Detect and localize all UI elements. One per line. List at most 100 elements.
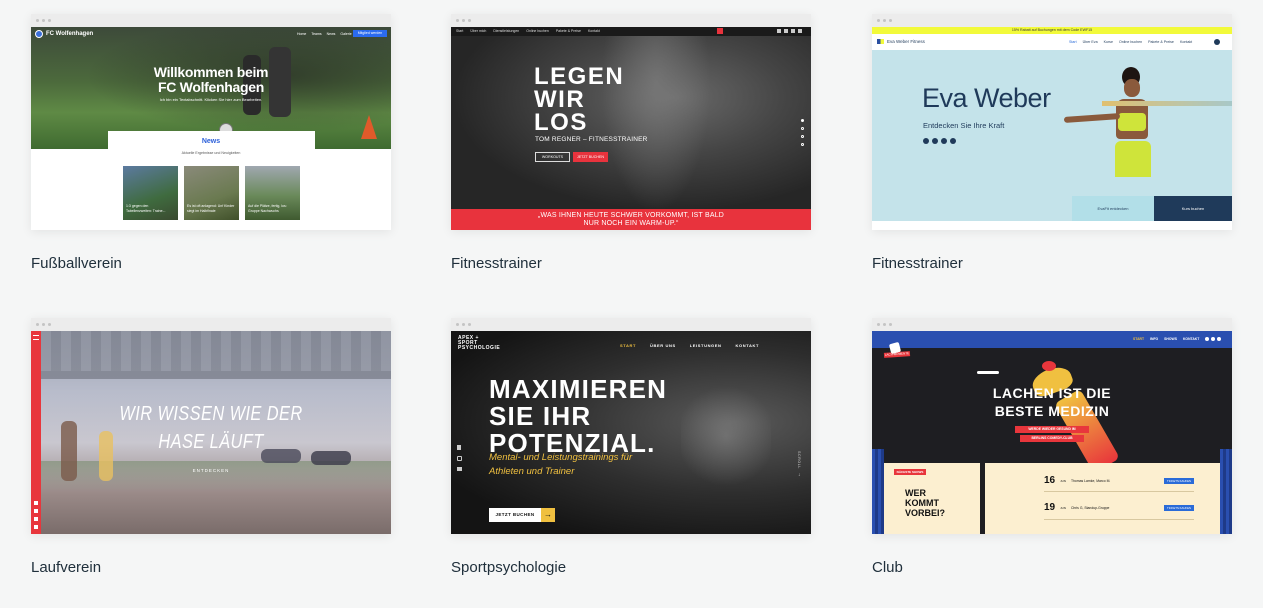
logo-mark-icon bbox=[877, 39, 884, 44]
instagram-icon bbox=[457, 456, 462, 461]
scroll-indicator: SCROLL bbox=[797, 451, 801, 469]
site-nav: Start Über Eva Kurse Online buchen Paket… bbox=[1069, 40, 1192, 44]
template-card-fussballverein[interactable]: FC Wolfenhagen Home Teams News Galerie M… bbox=[31, 14, 391, 272]
template-title[interactable]: Laufverein bbox=[31, 559, 101, 576]
template-card-fitnesstrainer-eva[interactable]: 15% Rabatt auf Buchungen mit dem Code EW… bbox=[872, 14, 1232, 272]
nav-item: Dienstleistungen bbox=[493, 29, 520, 33]
browser-bar bbox=[451, 318, 811, 331]
hero-subtitle: TOM REGNER – FITNESSTRAINER bbox=[535, 136, 648, 143]
site-logo: APEX + SPORT PSYCHOLOGIE bbox=[458, 335, 501, 352]
hero-title: Eva Weber bbox=[922, 83, 1051, 113]
tickets-button: TICKETS KAUFEN bbox=[1164, 504, 1194, 511]
nav-item: ÜBER UNS bbox=[650, 343, 676, 348]
nav-item: SHOWS bbox=[1164, 337, 1177, 341]
template-title[interactable]: Fitnesstrainer bbox=[451, 255, 542, 272]
slide-dots bbox=[801, 119, 804, 146]
template-thumbnail[interactable]: APEX + SPORT PSYCHOLOGIE START ÜBER UNS … bbox=[451, 318, 811, 534]
template-title[interactable]: Sportpsychologie bbox=[451, 559, 566, 576]
news-card: Es ist oft anlagend: Unf Kinder siegt im… bbox=[184, 166, 239, 220]
social-icons bbox=[34, 501, 38, 529]
instagram-icon bbox=[950, 138, 956, 144]
template-card-laufverein[interactable]: WIR WISSEN WIE DER HASE LÄUFT ENTDECKEN … bbox=[31, 318, 391, 576]
tickets-button: TICKETS KAUFEN bbox=[1164, 477, 1194, 484]
hero-title-line-1: MAXIMIEREN bbox=[489, 374, 668, 404]
arrow-right-icon: → bbox=[541, 508, 555, 522]
template-thumbnail[interactable]: START INFO SHOWS KONTAKT LACH-MOMENTE LA… bbox=[872, 318, 1232, 534]
nav-item: Pakete & Preise bbox=[1148, 40, 1174, 44]
social-icons bbox=[457, 445, 462, 471]
instagram-icon bbox=[798, 29, 802, 33]
book-course-button: Kurs buchen bbox=[1154, 196, 1232, 221]
nav-item: Online buchen bbox=[1118, 40, 1143, 44]
template-title[interactable]: Club bbox=[872, 559, 903, 576]
twitter-icon bbox=[34, 509, 38, 513]
site-logo: FC Wolfenhagen bbox=[35, 30, 93, 38]
nav-item: Start bbox=[1069, 40, 1077, 44]
hero-subtitle: Ich bin ein Textabschnitt. Klicken Sie h… bbox=[159, 97, 263, 102]
events-panel bbox=[985, 463, 1220, 534]
template-thumbnail[interactable]: 15% Rabatt auf Buchungen mit dem Code EW… bbox=[872, 14, 1232, 230]
rooster-comb-shape bbox=[1042, 361, 1056, 371]
arrow-down-icon: ↓ bbox=[798, 472, 801, 478]
news-card: 1:3 gegen den Tabellenzweiten: Traine... bbox=[123, 166, 178, 220]
template-title[interactable]: Fitnesstrainer bbox=[872, 255, 963, 272]
hero-title-line-1: WIR WISSEN WIE DER bbox=[119, 403, 303, 425]
facebook-icon bbox=[777, 29, 781, 33]
website-preview: FC Wolfenhagen Home Teams News Galerie M… bbox=[31, 27, 391, 230]
twitter-icon bbox=[1211, 337, 1215, 341]
browser-bar bbox=[31, 14, 391, 27]
facebook-icon bbox=[1205, 337, 1209, 341]
youtube-icon bbox=[941, 138, 947, 144]
hero-title-line-2: BESTE MEDIZIN bbox=[994, 403, 1110, 419]
nav-item: Über mich bbox=[470, 29, 487, 33]
template-title[interactable]: Fußballverein bbox=[31, 255, 122, 272]
social-icons bbox=[1205, 337, 1221, 341]
nav-item: Über Eva bbox=[1082, 40, 1098, 44]
nav-item: START bbox=[1133, 337, 1145, 341]
website-preview: WIR WISSEN WIE DER HASE LÄUFT ENTDECKEN bbox=[31, 331, 391, 534]
template-thumbnail[interactable]: Start Über mich Dienstleistungen Online … bbox=[451, 14, 811, 230]
browser-bar bbox=[872, 318, 1232, 331]
cta-button: Mitglied werden bbox=[353, 30, 387, 37]
youtube-icon bbox=[457, 467, 462, 471]
site-logo: Eva Weber Fitness bbox=[877, 39, 925, 44]
template-card-fitnesstrainer-tom[interactable]: Start Über mich Dienstleistungen Online … bbox=[451, 14, 811, 272]
nav-item: INFO bbox=[1150, 337, 1159, 341]
website-preview: START INFO SHOWS KONTAKT LACH-MOMENTE LA… bbox=[872, 331, 1232, 534]
menu-icon bbox=[33, 335, 39, 340]
template-card-club[interactable]: START INFO SHOWS KONTAKT LACH-MOMENTE LA… bbox=[872, 318, 1232, 576]
nav-item: START bbox=[620, 343, 637, 348]
promo-banner: 15% Rabatt auf Buchungen mit dem Code EW… bbox=[1011, 28, 1093, 32]
nav-item: Kontakt bbox=[587, 29, 600, 33]
discover-button: EvaFit entdecken bbox=[1072, 196, 1154, 221]
facebook-icon bbox=[34, 501, 38, 505]
facebook-icon bbox=[457, 445, 461, 450]
event-row: 19 JUN Chris G, Standup-Gruppe TICKETS K… bbox=[1044, 502, 1194, 513]
template-thumbnail[interactable]: WIR WISSEN WIE DER HASE LÄUFT ENTDECKEN bbox=[31, 318, 391, 534]
hero-subtitle-line-1: Mental- und Leistungstrainings für bbox=[489, 452, 633, 463]
event-row: 16 JUN Thomas Lamke, Marco M. TICKETS KA… bbox=[1044, 475, 1194, 486]
hero-title-line-2: HASE LÄUFT bbox=[158, 431, 264, 453]
twitter-icon bbox=[932, 138, 938, 144]
cone-shape bbox=[361, 115, 377, 139]
news-subtitle: Aktuelle Ergebnisse und Neuigkeiten bbox=[181, 151, 241, 155]
nav-item: Online buchen bbox=[526, 29, 549, 33]
site-nav: START ÜBER UNS LEISTUNGEN KONTAKT bbox=[620, 343, 759, 348]
browser-bar bbox=[451, 14, 811, 27]
hero-title-line-1: Willkommen beim bbox=[153, 64, 269, 80]
social-icons bbox=[923, 138, 956, 144]
template-thumbnail[interactable]: FC Wolfenhagen Home Teams News Galerie M… bbox=[31, 14, 391, 230]
bridge-structure bbox=[31, 331, 391, 371]
template-card-sportpsychologie[interactable]: APEX + SPORT PSYCHOLOGIE START ÜBER UNS … bbox=[451, 318, 811, 576]
twitter-icon bbox=[784, 29, 788, 33]
nav-item: Kontakt bbox=[1179, 40, 1193, 44]
hero-title-line-2: FC Wolfenhagen bbox=[158, 79, 264, 95]
site-nav: Home Teams News Galerie bbox=[297, 32, 352, 36]
nav-item: Galerie bbox=[340, 32, 352, 36]
quote-line-2: NUR NOCH EIN WARM-UP.“ bbox=[583, 220, 679, 227]
nav-item: Start bbox=[456, 29, 464, 33]
nav-item: Home bbox=[297, 32, 307, 36]
nav-item: KONTAKT bbox=[735, 343, 759, 348]
hero-title-line-1: LACHEN IST DIE bbox=[992, 385, 1112, 401]
news-card: Auf die Plätze, fertig, los: Gruppe Nach… bbox=[245, 166, 300, 220]
